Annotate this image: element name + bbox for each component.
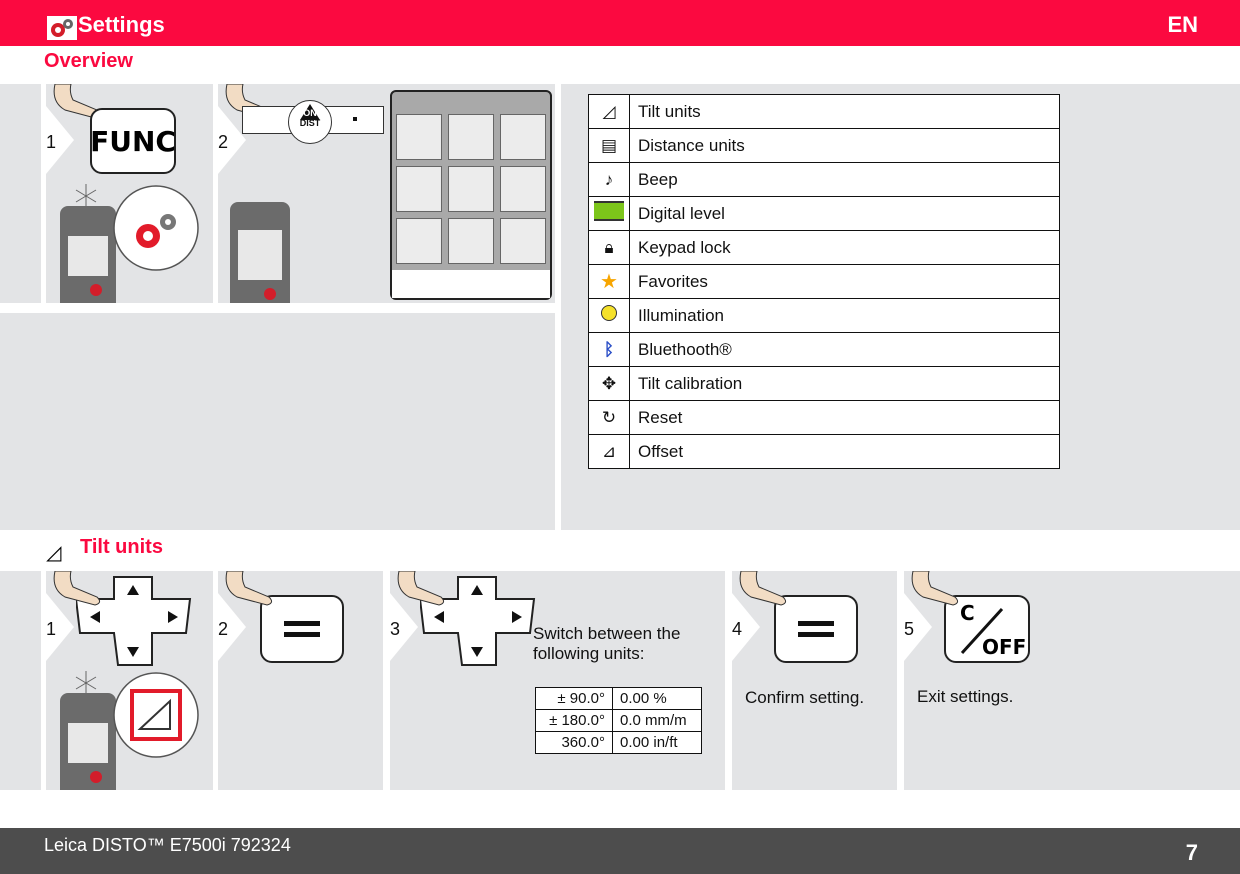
tilt-units-heading: Tilt units — [80, 536, 163, 558]
menu-row-beep[interactable]: ♪ Beep — [588, 162, 1060, 197]
off-label: OFF — [982, 635, 1027, 659]
slope-unit: 0.0 mm/m — [612, 709, 702, 732]
product-name: Leica DISTO™ E7500i 792324 — [44, 835, 291, 855]
key-dot — [353, 117, 357, 121]
illumination-bulb-icon — [588, 298, 630, 333]
angle-unit: ± 90.0° — [535, 687, 613, 710]
overview-step-2: 2 ON DIST — [218, 83, 555, 312]
unit-row: ± 180.0° 0.0 mm/m — [535, 709, 702, 732]
finger-icon — [223, 570, 275, 611]
menu-label: Offset — [629, 434, 1060, 469]
step-number: 3 — [390, 619, 401, 639]
menu-row-distance-units[interactable]: ▤ Distance units — [588, 128, 1060, 163]
unit-row: 360.0° 0.00 in/ft — [535, 731, 702, 754]
menu-label: Tilt calibration — [629, 366, 1060, 401]
menu-row-reset[interactable]: ↻ Reset — [588, 400, 1060, 435]
device-illustration — [60, 671, 200, 803]
bluetooth-icon: ᛒ — [588, 332, 630, 367]
overview-step-1: 1 FUNC — [46, 83, 213, 316]
menu-label: Distance units — [629, 128, 1060, 163]
menu-row-keypad-lock[interactable]: 🔒︎ Keypad lock — [588, 230, 1060, 265]
slope-unit: 0.00 in/ft — [612, 731, 702, 754]
beep-icon: ♪ — [588, 162, 630, 197]
angle-unit: 360.0° — [535, 731, 613, 754]
overview-heading: Overview — [44, 50, 133, 72]
menu-row-bluetooth[interactable]: ᛒ Bluethooth® — [588, 332, 1060, 367]
step-number: 2 — [218, 132, 229, 152]
device-illustration — [60, 184, 200, 316]
menu-row-tilt-calibration[interactable]: ✥ Tilt calibration — [588, 366, 1060, 401]
digital-level-icon — [588, 196, 630, 231]
menu-label: Tilt units — [629, 94, 1060, 129]
page-title: Settings — [78, 12, 165, 37]
tilt-units-icon: ◿ — [46, 542, 62, 564]
step-number: 1 — [46, 132, 57, 152]
footer-bar: Leica DISTO™ E7500i 792324 7 — [0, 828, 1240, 874]
menu-label: Keypad lock — [629, 230, 1060, 265]
settings-menu-table: ◿ Tilt units ▤ Distance units ♪ Beep Digita… — [588, 94, 1060, 469]
step-4-instruction: Confirm setting. — [745, 688, 865, 707]
panel-margin — [0, 84, 41, 303]
step-5-instruction: Exit settings. — [917, 687, 1014, 706]
step-number: 1 — [46, 619, 57, 639]
on-label: ON — [303, 108, 317, 118]
menu-grid-display — [390, 90, 552, 300]
offset-icon: ⊿ — [588, 434, 630, 469]
menu-row-tilt-units[interactable]: ◿ Tilt units — [588, 94, 1060, 129]
slope-unit: 0.00 % — [612, 687, 702, 710]
menu-row-favorites[interactable]: ★ Favorites — [588, 264, 1060, 299]
settings-gear-icon — [47, 16, 77, 40]
on-dist-key[interactable]: ON DIST — [288, 100, 332, 144]
tilt-step-5: 5 C OFF Exit settings. — [904, 570, 1240, 790]
tilt-step-4: 4 Confirm setting. — [732, 570, 897, 790]
menu-label: Illumination — [629, 298, 1060, 333]
finger-icon — [51, 570, 103, 611]
favorites-star-icon: ★ — [588, 264, 630, 299]
distance-units-icon: ▤ — [588, 128, 630, 163]
step-number: 2 — [218, 619, 229, 639]
tilt-step-3: 3 Switch between the following units: — [390, 570, 725, 790]
tilt-units-table: ± 90.0° 0.00 % ± 180.0° 0.0 mm/m 360.0° 0.0… — [535, 687, 702, 754]
finger-icon — [909, 570, 961, 611]
finger-icon — [737, 570, 789, 611]
menu-label: Reset — [629, 400, 1060, 435]
step-number: 5 — [904, 619, 915, 639]
unit-row: ± 90.0° 0.00 % — [535, 687, 702, 710]
reset-icon: ↻ — [588, 400, 630, 435]
keypad-lock-icon: 🔒︎ — [588, 230, 630, 265]
tilt-calibration-icon: ✥ — [588, 366, 630, 401]
finger-icon — [395, 570, 447, 611]
angle-unit: ± 180.0° — [535, 709, 613, 732]
func-key[interactable]: FUNC — [90, 108, 176, 174]
device-illustration — [230, 202, 290, 312]
menu-label: Favorites — [629, 264, 1060, 299]
language-label: EN — [1167, 12, 1198, 37]
step-number: 4 — [732, 619, 743, 639]
tilt-step-1: 1 — [46, 570, 213, 803]
menu-label: Bluethooth® — [629, 332, 1060, 367]
page-number: 7 — [1185, 840, 1198, 865]
header-bar: Settings EN — [0, 0, 1240, 46]
overview-empty-panel — [0, 313, 555, 530]
menu-row-digital-level[interactable]: Digital level — [588, 196, 1060, 231]
menu-row-illumination[interactable]: Illumination — [588, 298, 1060, 333]
menu-label: Beep — [629, 162, 1060, 197]
tilt-units-icon: ◿ — [588, 94, 630, 129]
menu-label: Digital level — [629, 196, 1060, 231]
tilt-step-2: 2 — [218, 570, 383, 790]
step-3-instruction: Switch between the following units: — [533, 624, 681, 663]
menu-row-offset[interactable]: ⊿ Offset — [588, 434, 1060, 469]
panel-margin — [0, 571, 41, 790]
